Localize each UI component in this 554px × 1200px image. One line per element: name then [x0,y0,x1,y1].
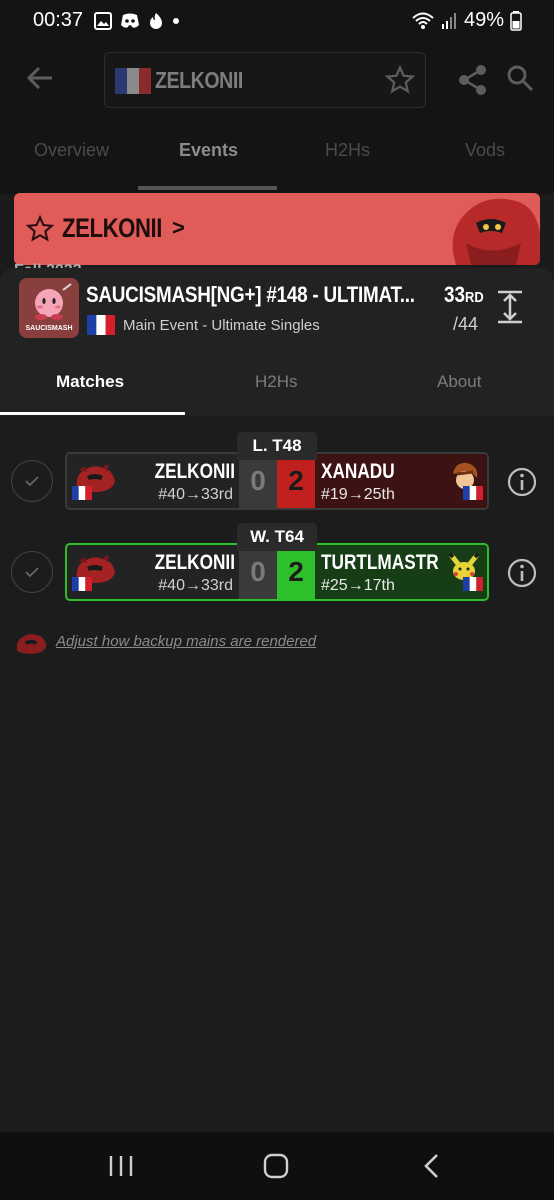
gallery-icon [94,12,112,30]
player1-seed: #40→33rd [158,486,233,503]
notification-icons [94,12,180,30]
favorite-star-icon[interactable] [385,65,415,95]
france-flag-icon [72,486,92,500]
battery-percent: 49% [463,9,504,31]
star-outline-icon[interactable] [26,215,54,243]
match-check[interactable] [11,551,53,593]
player2-seed: #19→25th [321,486,395,503]
tab-h2hs[interactable]: H2Hs [255,372,298,392]
event-title: SAUCISMASH[NG+] #148 - ULTIMAT... [86,282,415,307]
status-right: 49% [412,9,522,32]
checkmark-icon [25,567,39,578]
placement-suffix: RD [465,289,484,306]
event-tabs: Matches H2Hs About [0,368,554,416]
tab-vods[interactable]: Vods [465,140,505,161]
event-header: SAUCISMASH SAUCISMASH[NG+] #148 - ULTIMA… [0,268,554,416]
backup-mains-row[interactable]: Adjust how backup mains are rendered [14,630,316,661]
player1-seed: #40→33rd [158,577,233,594]
status-time: 00:37 [33,9,84,31]
incineroar-stock-icon [16,634,47,654]
round-label: L. T48 [237,432,317,460]
backup-mains-link[interactable]: Adjust how backup mains are rendered [56,633,316,650]
system-nav-bar [0,1132,554,1200]
logo-text: SAUCISMASH [25,325,73,332]
banner-title: ZELKONII [62,213,163,243]
player-search-field[interactable]: ZELKONII [104,52,426,108]
info-icon[interactable] [506,466,538,498]
match-card[interactable]: ZELKONII #40→33rd 0 2 XANADU #19→25th [65,452,489,510]
event-subtitle: Main Event - Ultimate Singles [123,317,320,334]
player2-panel: TURTLMASTR #25→17th [315,545,487,599]
back-arrow-icon[interactable] [24,62,56,94]
france-flag-icon [463,577,483,591]
signal-icon [441,12,456,29]
match-check[interactable] [11,460,53,502]
tab-overview[interactable]: Overview [34,140,109,161]
player2-score: 2 [277,545,315,599]
match-row[interactable]: L. T48 ZELKONII #40→33rd 0 2 XANADU #19→… [0,432,554,510]
placement-number: 33 [444,282,466,307]
tinder-icon [150,13,162,29]
player2-panel: XANADU #19→25th [315,454,487,508]
discord-icon [121,13,139,28]
checkmark-icon [25,476,39,487]
player-banner[interactable]: ZELKONII > [14,193,540,265]
tournament-logo: SAUCISMASH [19,278,79,338]
player2-name: XANADU [321,460,395,483]
tab-about[interactable]: About [437,372,481,392]
match-card[interactable]: ZELKONII #40→33rd 0 2 TURTLMASTR #25→17t… [65,543,489,601]
tab-h2hs-header[interactable]: H2Hs [325,140,370,161]
active-tab-indicator [138,186,277,190]
incineroar-character-art [452,198,540,265]
france-flag-icon [72,577,92,591]
battery-icon [510,10,522,31]
tab-events[interactable]: Events [179,140,238,161]
player-name: ZELKONII [155,67,243,93]
player2-seed: #25→17th [321,577,395,594]
entrant-count: /44 [453,314,479,334]
search-icon[interactable] [506,64,534,92]
home-icon[interactable] [262,1152,290,1180]
expand-icon[interactable] [496,290,524,324]
placement: 33RD [444,282,484,308]
player2-name: TURTLMASTR [321,551,439,574]
event-detail-sheet: SAUCISMASH SAUCISMASH[NG+] #148 - ULTIMA… [0,268,554,1132]
dot-icon [173,18,179,24]
banner-chevron: > [172,215,185,240]
round-label: W. T64 [237,523,317,551]
player1-name: ZELKONII [154,551,235,574]
recent-apps-icon[interactable] [108,1152,134,1180]
player-tabs: Overview Events H2Hs Vods [0,140,554,180]
active-tab-indicator [0,412,185,415]
france-flag-icon [115,68,151,94]
wifi-icon [412,12,434,29]
player1-score: 0 [239,545,277,599]
info-icon[interactable] [506,557,538,589]
status-bar: 00:37 49% [0,0,554,44]
france-flag-icon [87,315,115,335]
tab-matches[interactable]: Matches [56,372,124,392]
france-flag-icon [463,486,483,500]
back-icon[interactable] [420,1152,444,1180]
match-row[interactable]: W. T64 ZELKONII #40→33rd 0 2 TURTLMASTR … [0,523,554,601]
share-icon[interactable] [458,64,488,96]
player1-score: 0 [239,454,277,508]
player2-score: 2 [277,454,315,508]
player1-name: ZELKONII [154,460,235,483]
